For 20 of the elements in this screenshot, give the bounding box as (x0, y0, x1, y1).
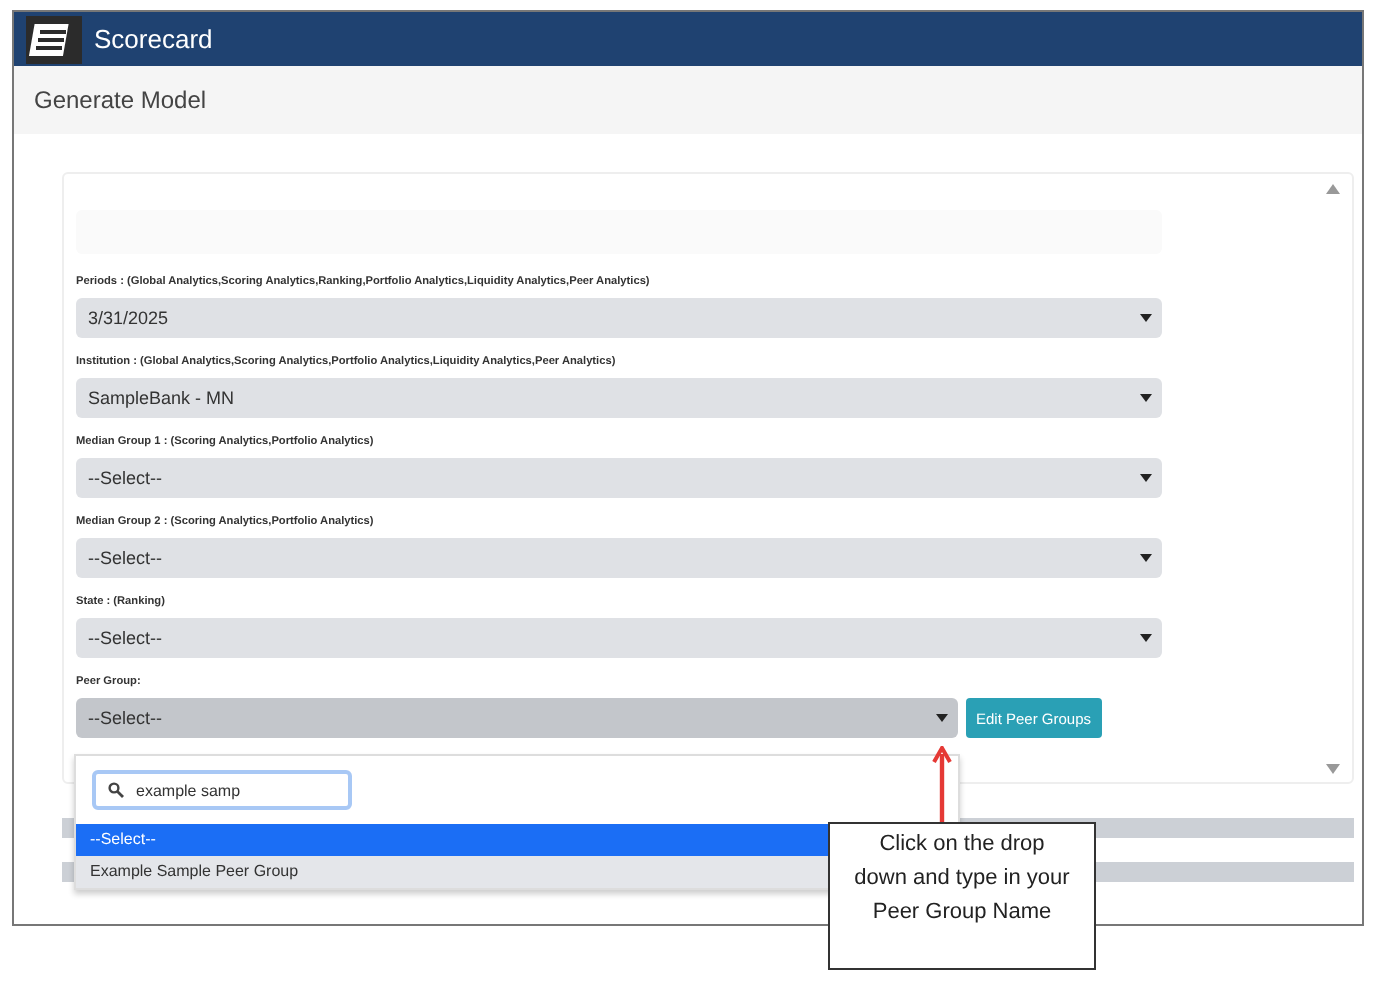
select-dropdown[interactable]: --Select-- (76, 538, 1162, 578)
scroll-down-icon[interactable] (1326, 764, 1340, 774)
caret-icon (1140, 314, 1152, 322)
select-dropdown[interactable]: --Select-- (76, 618, 1162, 658)
search-icon (108, 782, 124, 798)
select-dropdown[interactable]: --Select-- (76, 458, 1162, 498)
select-dropdown[interactable]: SampleBank - MN (76, 378, 1162, 418)
arrow (932, 746, 952, 826)
caret-icon (936, 714, 948, 722)
instruction-tooltip: Click on the drop down and type in your Peer Group Name (828, 822, 1096, 970)
caret-icon (1140, 554, 1152, 562)
app-title: Scorecard (94, 24, 213, 54)
select-dropdown[interactable]: --Select-- (76, 698, 958, 738)
page-title: Generate Model (34, 86, 207, 114)
select-dropdown[interactable]: 3/31/2025 (76, 298, 1162, 338)
search-field[interactable]: example samp (92, 770, 352, 810)
scroll-up-icon[interactable] (1326, 184, 1340, 194)
caret-icon (1140, 634, 1152, 642)
caret-icon (1140, 394, 1152, 402)
caret-icon (1140, 474, 1152, 482)
